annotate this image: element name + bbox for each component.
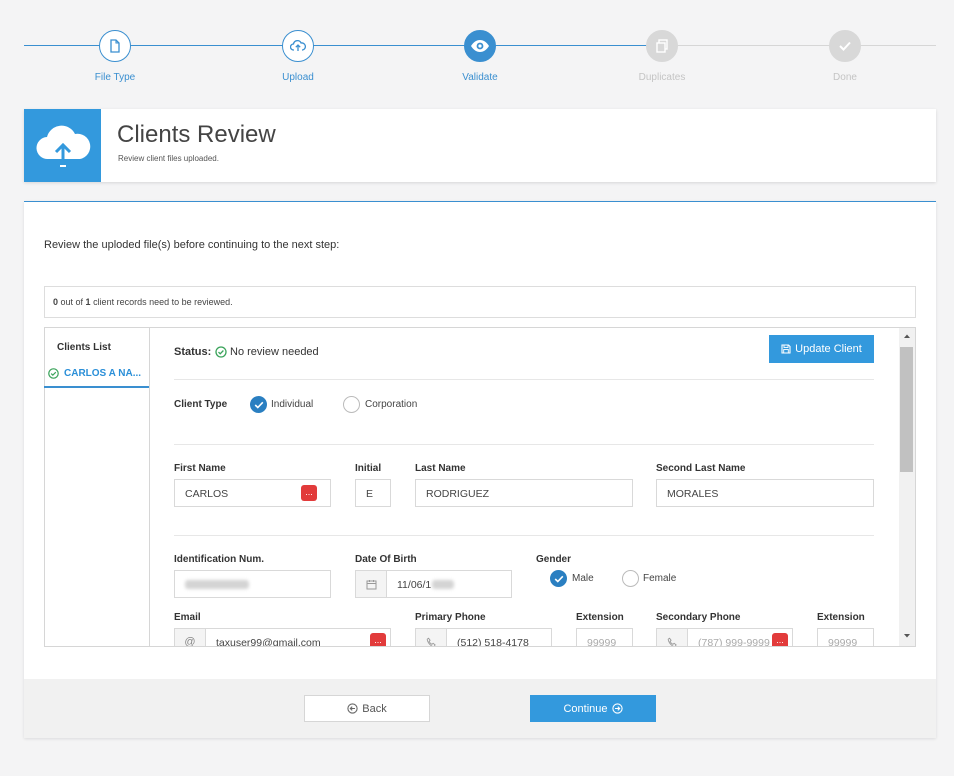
radio-corporation-label: Corporation: [365, 399, 418, 410]
second-last-name-value: MORALES: [667, 488, 719, 500]
gender-label: Gender: [536, 554, 572, 565]
eye-icon: [471, 40, 489, 52]
initial-value: E: [366, 488, 374, 500]
step-upload[interactable]: [282, 30, 314, 62]
file-icon: [110, 39, 120, 53]
check-icon: [554, 575, 563, 583]
arrow-right-circle-icon: [611, 703, 623, 714]
divider: [174, 444, 874, 445]
check-icon: [254, 401, 263, 409]
dob-addon: [355, 570, 387, 598]
status-label: Status:: [174, 346, 212, 358]
cloud-upload-icon: [35, 125, 90, 167]
client-list-item-label: CARLOS A NA...: [64, 368, 142, 379]
update-client-button[interactable]: Update Client: [769, 335, 874, 363]
counter-suffix: client records need to be reviewed.: [90, 297, 233, 307]
secondary-phone-label: Secondary Phone: [656, 612, 741, 623]
scroll-down-icon[interactable]: [902, 632, 912, 640]
panel-bottom-mask: [150, 647, 916, 679]
stepper-line-pending: [664, 45, 936, 46]
redacted-value: [185, 580, 249, 589]
identification-label: Identification Num.: [174, 554, 264, 565]
radio-corporation[interactable]: [343, 396, 360, 413]
arrow-left-circle-icon: [347, 703, 358, 714]
header-icon-box: [24, 109, 101, 182]
clients-list-title: Clients List: [57, 342, 111, 353]
step-duplicates[interactable]: [646, 30, 678, 62]
primary-phone-label: Primary Phone: [415, 612, 486, 623]
identification-field[interactable]: [174, 570, 331, 598]
radio-individual-label: Individual: [271, 399, 314, 410]
step-validate[interactable]: [464, 30, 496, 62]
counter-mid: out of: [58, 297, 86, 307]
first-name-label: First Name: [174, 463, 226, 474]
save-icon: [781, 344, 791, 354]
step-file-type[interactable]: [99, 30, 131, 62]
step-label-duplicates: Duplicates: [638, 72, 686, 83]
dob-field[interactable]: 11/06/1: [386, 570, 512, 598]
redacted-value: [432, 580, 455, 589]
step-label-file-type: File Type: [94, 72, 136, 83]
intro-text: Review the uploded file(s) before contin…: [44, 239, 340, 251]
extension-label: Extension: [817, 612, 865, 623]
client-type-label: Client Type: [174, 399, 228, 410]
calendar-icon: [366, 579, 376, 589]
status-value: No review needed: [230, 346, 319, 358]
initial-field[interactable]: E: [355, 479, 391, 507]
check-circle-icon: [48, 368, 59, 379]
status-check-icon: [215, 346, 227, 358]
continue-button[interactable]: Continue: [530, 695, 656, 722]
step-label-upload: Upload: [282, 72, 314, 83]
first-name-value: CARLOS: [185, 488, 229, 500]
step-done[interactable]: [829, 30, 861, 62]
last-name-value: RODRIGUEZ: [426, 488, 489, 500]
email-label: Email: [174, 612, 201, 623]
panel-bottom-border: [44, 646, 916, 647]
footer-bar: [24, 679, 936, 738]
second-last-name-label: Second Last Name: [656, 463, 746, 474]
radio-individual[interactable]: [250, 396, 267, 413]
review-counter: 0 out of 1 client records need to be rev…: [44, 286, 916, 318]
copy-icon: [656, 39, 668, 53]
radio-male-label: Male: [572, 573, 594, 584]
extension-label: Extension: [576, 612, 624, 623]
last-name-field[interactable]: RODRIGUEZ: [415, 479, 633, 507]
dob-value: 11/06/1: [397, 579, 432, 591]
client-list-item[interactable]: CARLOS A NA...: [44, 362, 149, 388]
back-label: Back: [362, 702, 387, 715]
divider: [174, 379, 874, 380]
step-label-done: Done: [833, 72, 857, 83]
radio-female-label: Female: [643, 573, 677, 584]
page-subtitle: Review client files uploaded.: [118, 154, 219, 163]
step-label-validate: Validate: [462, 72, 498, 83]
scroll-up-icon[interactable]: [902, 332, 912, 340]
initial-label: Initial: [355, 463, 382, 474]
dob-label: Date Of Birth: [355, 554, 417, 565]
continue-label: Continue: [563, 702, 608, 715]
check-icon: [839, 41, 851, 51]
second-last-name-field[interactable]: MORALES: [656, 479, 874, 507]
back-button[interactable]: Back: [304, 695, 430, 722]
divider: [174, 535, 874, 536]
page-title: Clients Review: [117, 121, 276, 148]
upload-icon: [290, 39, 306, 51]
password-manager-icon[interactable]: ...: [301, 485, 317, 501]
radio-male[interactable]: [550, 570, 567, 587]
update-client-label: Update Client: [795, 343, 862, 355]
radio-female[interactable]: [622, 570, 639, 587]
scrollbar-thumb[interactable]: [900, 347, 913, 472]
last-name-label: Last Name: [415, 463, 466, 474]
